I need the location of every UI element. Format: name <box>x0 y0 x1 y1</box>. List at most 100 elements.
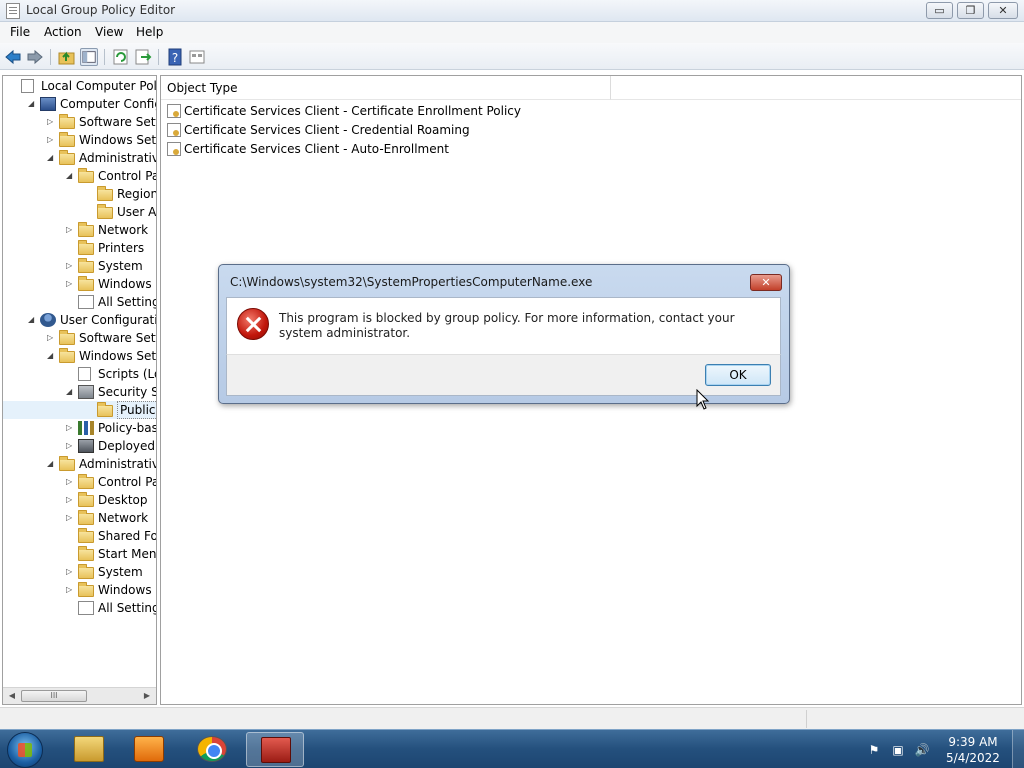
taskbar-windows-explorer[interactable] <box>60 732 118 767</box>
tree-node[interactable]: ◢ User Configuration <box>3 311 156 329</box>
taskbar-google-chrome[interactable] <box>183 732 241 767</box>
tree-expander-icon[interactable]: ▷ <box>47 334 55 342</box>
tree-node[interactable]: Scripts (Logor <box>3 365 156 383</box>
taskbar-windows-media-player[interactable] <box>120 732 178 767</box>
tree-node[interactable]: All Settings <box>3 293 156 311</box>
tree-expander-icon[interactable]: ▷ <box>47 118 55 126</box>
mouse-cursor-icon <box>696 389 710 410</box>
ok-button[interactable]: OK <box>705 364 771 386</box>
tree-expander-icon[interactable]: ◢ <box>28 100 36 108</box>
properties-icon[interactable] <box>188 48 206 66</box>
tree-node[interactable]: ▷ Windows Cor <box>3 275 156 293</box>
tree-node[interactable]: ▷ Software Settings <box>3 329 156 347</box>
tree-expander-icon[interactable]: ◢ <box>66 388 74 396</box>
menu-file[interactable]: File <box>10 25 30 39</box>
tree-node[interactable]: ◢ Administrative Te <box>3 149 156 167</box>
menu-view[interactable]: View <box>95 25 123 39</box>
show-desktop-button[interactable] <box>1012 730 1024 768</box>
tree-node[interactable]: Printers <box>3 239 156 257</box>
tree-node[interactable]: Shared Folder <box>3 527 156 545</box>
tree-expander-icon[interactable] <box>85 406 93 414</box>
tree-expander-icon[interactable]: ▷ <box>66 280 74 288</box>
tree-horizontal-scrollbar[interactable]: ◀ III ▶ <box>3 687 156 704</box>
tree-expander-icon[interactable]: ◢ <box>28 316 36 324</box>
tree-node[interactable]: ▷ Windows Cor <box>3 581 156 599</box>
tree-expander-icon[interactable] <box>9 82 17 90</box>
tree-expander-icon[interactable]: ▷ <box>66 496 74 504</box>
up-folder-icon[interactable] <box>58 48 76 66</box>
certificate-policy-icon <box>167 104 181 118</box>
close-button[interactable]: ✕ <box>988 2 1018 19</box>
export-list-icon[interactable] <box>134 48 152 66</box>
tree-node[interactable]: ◢ Administrative Te <box>3 455 156 473</box>
tree-node[interactable]: ◢ Security Settir <box>3 383 156 401</box>
tree-expander-icon[interactable]: ▷ <box>66 568 74 576</box>
tree-node[interactable]: ▷ Network <box>3 221 156 239</box>
tree-expander-icon[interactable]: ▷ <box>66 442 74 450</box>
tree-node[interactable]: ▷ Control Panel <box>3 473 156 491</box>
tree-expander-icon[interactable] <box>66 550 74 558</box>
scroll-thumb[interactable]: III <box>21 690 87 702</box>
tree-expander-icon[interactable] <box>66 604 74 612</box>
tree-expander-icon[interactable]: ▷ <box>47 136 55 144</box>
taskbar-clock[interactable]: 9:39 AM 5/4/2022 <box>940 734 1006 766</box>
tree-node[interactable]: ▷ Windows Setting <box>3 131 156 149</box>
tree-expander-icon[interactable]: ◢ <box>47 352 55 360</box>
taskbar-group-policy-editor[interactable] <box>246 732 304 767</box>
tree-node[interactable]: ▷ Deployed Prir <box>3 437 156 455</box>
tree-expander-icon[interactable]: ▷ <box>66 424 74 432</box>
tree-expander-icon[interactable] <box>66 532 74 540</box>
tree-node[interactable]: Public Key <box>3 401 156 419</box>
tree-expander-icon[interactable]: ▷ <box>66 478 74 486</box>
tree-node[interactable]: ◢ Windows Setting <box>3 347 156 365</box>
tree-expander-icon[interactable] <box>85 190 93 198</box>
tree-node[interactable]: ▷ Policy-based <box>3 419 156 437</box>
error-icon <box>237 308 269 340</box>
tree-node[interactable]: ▷ Desktop <box>3 491 156 509</box>
tree-node[interactable]: ▷ System <box>3 257 156 275</box>
tree-expander-icon[interactable]: ▷ <box>66 514 74 522</box>
maximize-button[interactable]: ❐ <box>957 2 984 19</box>
tree-expander-icon[interactable]: ◢ <box>66 172 74 180</box>
minimize-button[interactable]: ▭ <box>926 2 953 19</box>
tree-node[interactable]: User Acco <box>3 203 156 221</box>
tree-expander-icon[interactable] <box>66 298 74 306</box>
tree-node-label: Public Key <box>117 401 156 419</box>
tree-expander-icon[interactable]: ▷ <box>66 262 74 270</box>
network-icon[interactable]: ▣ <box>890 742 906 758</box>
menu-help[interactable]: Help <box>136 25 163 39</box>
start-button[interactable] <box>7 732 43 768</box>
tree-expander-icon[interactable] <box>85 208 93 216</box>
scroll-left-arrow-icon[interactable]: ◀ <box>6 690 18 702</box>
tree-node[interactable]: All Settings <box>3 599 156 617</box>
tree-expander-icon[interactable]: ◢ <box>47 460 55 468</box>
folder-icon <box>59 330 75 345</box>
tree-node[interactable]: ▷ System <box>3 563 156 581</box>
tree-expander-icon[interactable]: ▷ <box>66 226 74 234</box>
scroll-right-arrow-icon[interactable]: ▶ <box>141 690 153 702</box>
menu-action[interactable]: Action <box>44 25 82 39</box>
dialog-close-button[interactable]: ✕ <box>750 274 782 291</box>
refresh-icon[interactable] <box>112 48 130 66</box>
tree-node-label: Deployed Prir <box>98 439 156 453</box>
volume-icon[interactable]: 🔊 <box>914 742 930 758</box>
tree-expander-icon[interactable]: ◢ <box>47 154 55 162</box>
forward-arrow-icon[interactable] <box>26 48 44 66</box>
column-header-object-type[interactable]: Object Type <box>161 76 611 100</box>
printer-icon <box>78 439 94 453</box>
show-hide-tree-icon[interactable] <box>80 48 98 66</box>
tree-node[interactable]: Local Computer Policy <box>3 77 156 95</box>
tree-node[interactable]: ▷ Network <box>3 509 156 527</box>
tree-node[interactable]: Regional a <box>3 185 156 203</box>
console-tree[interactable]: Local Computer Policy ◢ Computer Configura… <box>2 75 157 705</box>
back-arrow-icon[interactable] <box>4 48 22 66</box>
tree-node[interactable]: ◢ Computer Configura <box>3 95 156 113</box>
tree-expander-icon[interactable]: ▷ <box>66 586 74 594</box>
tree-node[interactable]: ◢ Control Panel <box>3 167 156 185</box>
tree-expander-icon[interactable] <box>66 370 74 378</box>
tree-expander-icon[interactable] <box>66 244 74 252</box>
help-icon[interactable]: ? <box>166 48 184 66</box>
tree-node[interactable]: Start Menu ar <box>3 545 156 563</box>
tree-node[interactable]: ▷ Software Settings <box>3 113 156 131</box>
network-warning-icon[interactable]: ⚑ <box>866 742 882 758</box>
